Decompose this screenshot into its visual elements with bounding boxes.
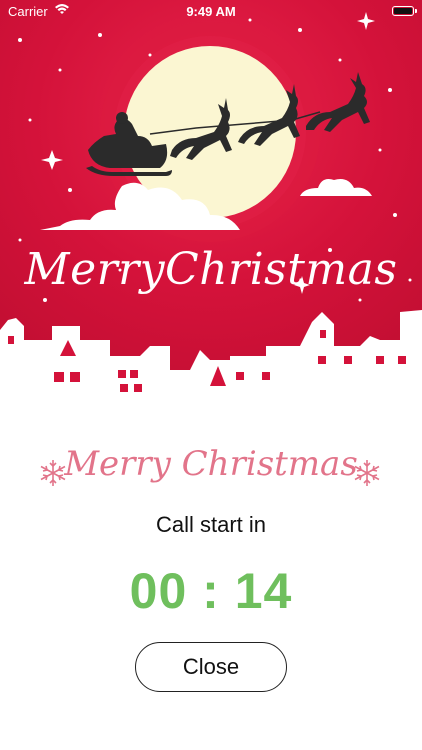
close-button[interactable]: Close	[135, 642, 287, 692]
snowflake-icon	[352, 458, 382, 493]
hero-banner	[0, 0, 422, 400]
christmas-scene-illustration	[0, 0, 422, 400]
status-bar: Carrier 9:49 AM	[0, 0, 422, 24]
clock: 9:49 AM	[186, 4, 236, 19]
hero-title: MerryChristmas	[24, 244, 398, 295]
countdown-timer: 00 : 14	[129, 563, 293, 619]
call-start-label: Call start in	[155, 512, 267, 537]
battery-icon	[392, 6, 417, 16]
greeting-row: Merry Christmas	[0, 436, 422, 496]
